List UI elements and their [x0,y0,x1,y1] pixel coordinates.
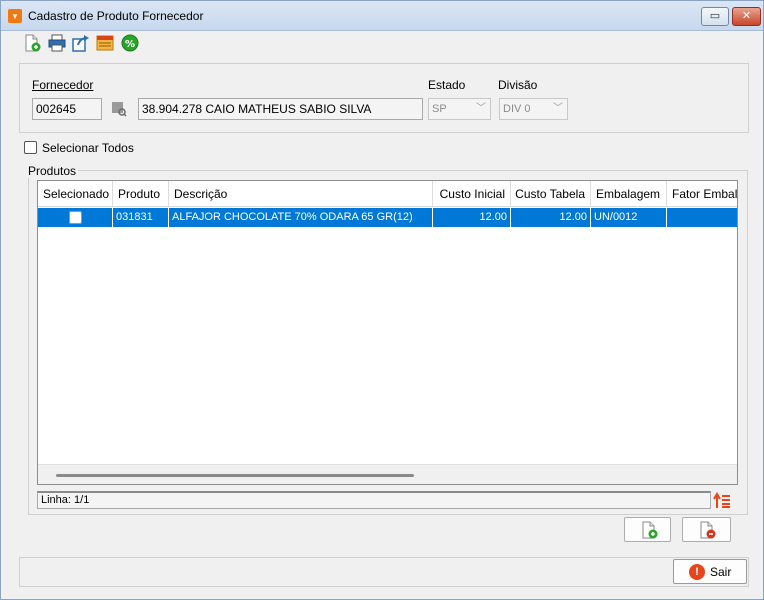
new-document-icon[interactable] [23,34,41,52]
exit-button[interactable]: ! Sair [673,559,747,584]
window-title: Cadastro de Produto Fornecedor [28,9,204,23]
chevron-down-icon: ﹀ [553,103,563,114]
select-all-label[interactable]: Selecionar Todos [42,141,134,155]
app-logo-icon: ▾ [8,9,22,23]
grid-header: Selecionado Produto Descrição Custo Inic… [38,181,737,207]
products-grid: Selecionado Produto Descrição Custo Inic… [37,180,738,485]
division-select[interactable]: DIV 0 ﹀ [499,98,568,120]
horizontal-scrollbar[interactable] [38,464,737,484]
lookup-icon[interactable] [111,101,127,117]
row-select-cell[interactable] [38,208,113,227]
restore-button[interactable]: ▭ [701,7,729,26]
custo-tabela-cell[interactable]: 12.00 [511,208,591,227]
division-label: Divisão [498,78,538,92]
report-icon[interactable] [96,34,114,52]
select-all-checkbox[interactable] [24,141,37,154]
title-bar: ▾ Cadastro de Produto Fornecedor ▭ ✕ [1,1,763,31]
column-header-descricao[interactable]: Descrição [169,181,433,207]
main-window: ▾ Cadastro de Produto Fornecedor ▭ ✕ % F… [0,0,764,600]
close-button[interactable]: ✕ [732,7,761,26]
supplier-code-field[interactable]: 002645 [32,98,102,120]
row-status-field: Linha: 1/1 [37,491,711,509]
supplier-label[interactable]: Fornecedor [32,78,93,92]
sort-order-icon[interactable] [713,492,731,509]
state-label: Estado [428,78,466,92]
custo-inicial-cell[interactable]: 12.00 [433,208,511,227]
division-select-value: DIV 0 [503,103,531,115]
remove-product-button[interactable] [682,517,731,542]
footer-panel [19,557,749,587]
embalagem-cell[interactable]: UN/0012 [591,208,667,227]
state-select[interactable]: SP ﹀ [428,98,491,120]
add-product-button[interactable] [624,517,671,542]
column-header-custo-inicial[interactable]: Custo Inicial [433,181,511,207]
supplier-panel: Fornecedor Estado Divisão 002645 38.904.… [19,63,749,133]
table-row[interactable]: 031831 ALFAJOR CHOCOLATE 70% ODARA 65 GR… [38,208,737,227]
row-checkbox[interactable] [69,211,82,224]
products-group-label: Produtos [28,164,79,178]
column-header-custo-tabela[interactable]: Custo Tabela [511,181,591,207]
export-icon[interactable] [72,34,90,52]
chevron-down-icon: ﹀ [476,103,486,114]
column-header-selecionado[interactable]: Selecionado [38,181,113,207]
exit-button-label: Sair [710,565,732,579]
print-icon[interactable] [48,34,66,52]
exit-icon: ! [689,564,705,580]
supplier-name-field[interactable]: 38.904.278 CAIO MATHEUS SABIO SILVA [138,98,423,120]
scrollbar-thumb[interactable] [56,474,414,477]
column-header-fator-embal[interactable]: Fator Embal [667,181,737,207]
percent-icon[interactable]: % [121,34,139,52]
produto-cell[interactable]: 031831 [113,208,169,227]
add-document-icon [642,521,658,539]
fator-embal-cell[interactable] [667,208,737,227]
column-header-embalagem[interactable]: Embalagem [591,181,667,207]
svg-text:%: % [125,39,135,50]
remove-document-icon [700,521,716,539]
descricao-cell[interactable]: ALFAJOR CHOCOLATE 70% ODARA 65 GR(12) [169,208,433,227]
state-select-value: SP [432,103,447,115]
column-header-produto[interactable]: Produto [113,181,169,207]
